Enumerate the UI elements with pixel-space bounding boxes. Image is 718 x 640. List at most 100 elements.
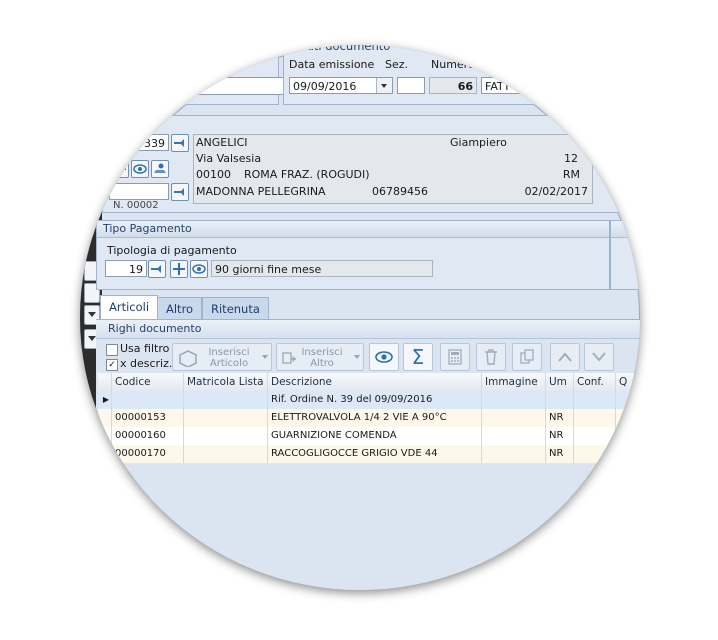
cell-descrizione[interactable]: GUARNIZIONE COMENDA (268, 427, 482, 445)
search-pagamento-icon[interactable] (148, 260, 166, 278)
cell-um[interactable] (546, 391, 574, 409)
view-pagamento-eye-icon[interactable] (190, 260, 208, 278)
cell-matricola[interactable] (184, 445, 268, 463)
inserisci-altro-button[interactable]: Inserisci Altro (276, 343, 364, 371)
tab-altro[interactable]: Altro (157, 297, 203, 319)
col-descrizione[interactable]: Descrizione (268, 373, 482, 391)
inserisci-articolo-line1: Inserisci (208, 347, 250, 358)
row-selector[interactable] (98, 427, 112, 445)
table-row[interactable]: ▶ Rif. Ordine N. 39 del 09/09/2016 (98, 391, 640, 410)
cliente-cognome: Giampiero (450, 136, 507, 149)
chevron-up-icon (558, 352, 572, 362)
search-secondary-icon[interactable] (171, 183, 189, 201)
col-immagine[interactable]: Immagine (482, 373, 546, 391)
row-selector[interactable] (98, 409, 112, 427)
sez-field[interactable] (397, 77, 425, 94)
tipo-pagamento-panel: Tipo Pagamento Tipologia di pagamento 19… (96, 220, 610, 290)
numero-label: Numero (431, 58, 475, 71)
cell-conf[interactable] (574, 427, 616, 445)
cliente-cap: 00100 (196, 168, 231, 181)
cell-conf[interactable] (574, 445, 616, 463)
copy-icon (520, 349, 534, 364)
x-descriz-checkbox[interactable]: ✓ (106, 359, 118, 371)
cliente-secondary-field[interactable] (109, 183, 169, 200)
cell-um[interactable]: NR (546, 409, 574, 427)
cell-descrizione[interactable]: ELETTROVALVOLA 1/4 2 VIE A 90°C (268, 409, 482, 427)
cliente-prov: RM (562, 168, 580, 181)
tab-articoli[interactable]: Articoli (100, 295, 159, 319)
sum-button[interactable]: Σ (403, 343, 433, 371)
col-conf[interactable]: Conf. (574, 373, 616, 391)
inserisci-altro-line2: Altro (310, 358, 334, 369)
tab-ritenuta[interactable]: Ritenuta (202, 297, 269, 319)
numero-field[interactable]: 66 (429, 77, 477, 94)
add-pagamento-icon[interactable] (170, 260, 188, 278)
cliente-contatto: MADONNA PELLEGRINA (196, 185, 326, 198)
col-codice[interactable]: Codice (112, 373, 184, 391)
pagamento-descrizione-field: 90 giorni fine mese (211, 260, 433, 277)
cliente-civico: 12 (564, 152, 578, 165)
cell-q[interactable] (616, 445, 640, 463)
cliente-code-field[interactable]: 339 (105, 134, 169, 151)
right-side-panel-header (611, 221, 640, 238)
col-q[interactable]: Q (616, 373, 640, 391)
righi-documento-header: Righi documento (108, 322, 202, 335)
cliente-address-box: ANGELICI Giampiero Via Valsesia 12 00100… (193, 134, 593, 204)
row-selector[interactable] (98, 445, 112, 463)
col-matricola-lista[interactable]: Matricola Lista (184, 373, 268, 391)
cell-codice[interactable] (112, 391, 184, 409)
top-left-combo[interactable] (141, 77, 301, 95)
col-um[interactable]: Um (546, 373, 574, 391)
move-up-button[interactable] (550, 343, 580, 371)
data-emissione-label: Data emissione (289, 58, 375, 71)
table-row[interactable]: 00000160 GUARNIZIONE COMENDA NR (98, 427, 640, 446)
cliente-header-fragment: e (145, 116, 152, 129)
tipologia-pagamento-label: Tipologia di pagamento (107, 244, 237, 257)
table-row[interactable]: 00000170 RACCOGLIGOCCE GRIGIO VDE 44 NR (98, 445, 640, 464)
tipo-documento-field[interactable]: FATT (481, 77, 541, 94)
cell-descrizione[interactable]: Rif. Ordine N. 39 del 09/09/2016 (268, 391, 482, 409)
cell-matricola[interactable] (184, 427, 268, 445)
delete-button[interactable] (476, 343, 506, 371)
chevron-down-icon (262, 355, 268, 359)
calculator-button[interactable] (440, 343, 470, 371)
right-side-panel (610, 220, 640, 290)
row-selector-header (98, 373, 112, 391)
search-client-icon[interactable] (171, 134, 189, 152)
cell-codice[interactable]: 00000160 (112, 427, 184, 445)
cell-matricola[interactable] (184, 409, 268, 427)
cell-codice[interactable]: 00000170 (112, 445, 184, 463)
move-down-button[interactable] (584, 343, 614, 371)
usa-filtro-checkbox[interactable] (106, 344, 118, 356)
pagamento-code-field[interactable]: 19 (105, 260, 147, 277)
cell-q[interactable] (616, 409, 640, 427)
sez-label: Sez. (385, 58, 409, 71)
inserisci-articolo-button[interactable]: Inserisci Articolo (172, 343, 272, 371)
sigma-icon: Σ (411, 345, 425, 369)
map-location-icon[interactable] (151, 160, 169, 178)
cell-conf[interactable] (574, 391, 616, 409)
cell-immagine[interactable] (482, 445, 546, 463)
cell-immagine[interactable] (482, 391, 546, 409)
cell-um[interactable]: NR (546, 427, 574, 445)
view-eye-icon[interactable] (131, 160, 149, 178)
cell-conf[interactable] (574, 409, 616, 427)
top-left-panel (102, 45, 301, 105)
cell-q[interactable] (616, 427, 640, 445)
cell-immagine[interactable] (482, 427, 546, 445)
copy-button[interactable] (512, 343, 542, 371)
calculator-icon (448, 349, 462, 365)
date-dropdown-icon[interactable] (376, 78, 392, 93)
view-button[interactable] (369, 343, 399, 371)
cell-codice[interactable]: 00000153 (112, 409, 184, 427)
add-icon[interactable] (111, 160, 129, 178)
eye-icon (375, 351, 393, 363)
cell-matricola[interactable] (184, 391, 268, 409)
cell-q[interactable] (616, 391, 640, 409)
grid-header-row: Codice Matricola Lista Descrizione Immag… (98, 373, 640, 392)
cell-immagine[interactable] (482, 409, 546, 427)
data-emissione-field[interactable]: 09/09/2016 (289, 77, 393, 94)
table-row[interactable]: 00000153 ELETTROVALVOLA 1/4 2 VIE A 90°C… (98, 409, 640, 428)
cell-descrizione[interactable]: RACCOGLIGOCCE GRIGIO VDE 44 (268, 445, 482, 463)
cell-um[interactable]: NR (546, 445, 574, 463)
